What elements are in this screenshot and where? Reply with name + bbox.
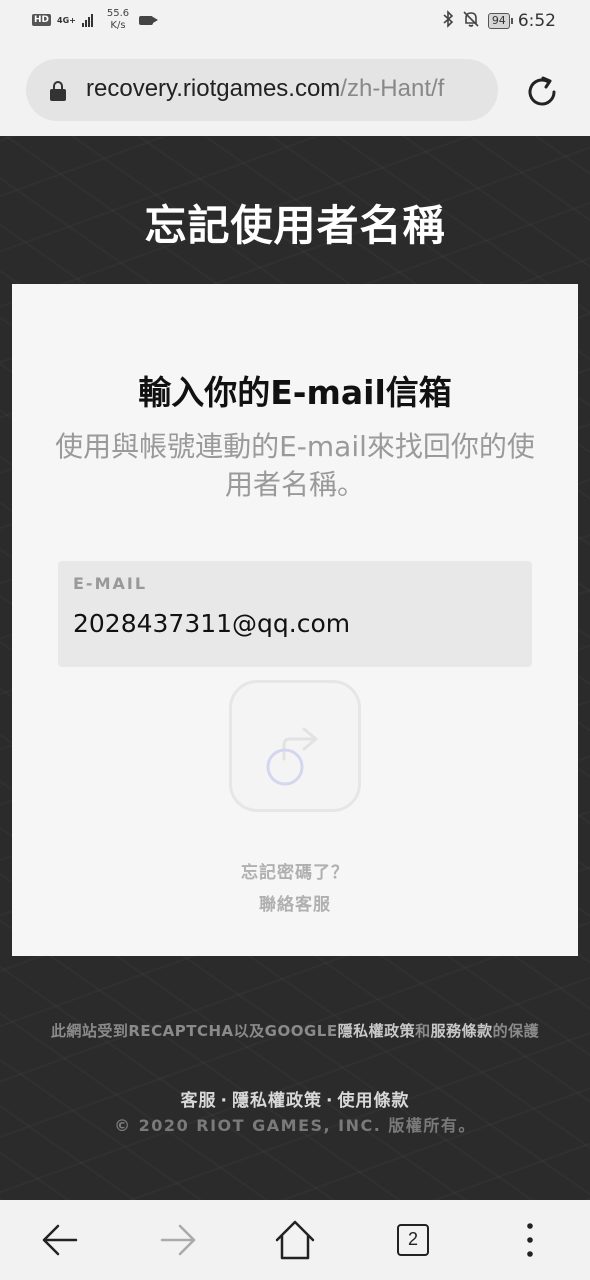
hd-icon: HD: [32, 14, 52, 26]
arrow-right-icon: [266, 727, 318, 786]
recaptcha-notice: 此網站受到RECAPTCHA以及GOOGLE隱私權政策和服務條款的保護: [0, 1020, 590, 1041]
signal-icon: [81, 13, 93, 27]
recaptcha-terms-link[interactable]: 服務條款: [431, 1022, 493, 1040]
url-host: recovery.riotgames.com: [86, 75, 341, 102]
tab-count-button[interactable]: 2: [397, 1224, 429, 1256]
copyright: © 2020 RIOT GAMES, INC. 版權所有。: [114, 1116, 476, 1135]
footer-terms-link[interactable]: 使用條款: [337, 1091, 409, 1111]
bluetooth-icon: [442, 10, 454, 32]
speed-value: 55.6: [106, 8, 130, 19]
lock-icon: [50, 81, 66, 101]
email-input[interactable]: [73, 609, 513, 638]
url-path: /zh-Hant/f: [340, 75, 445, 102]
status-bar: HD 4G+ 55.6 K/s 94 6:52: [0, 0, 590, 44]
address-bar[interactable]: recovery.riotgames.com/zh-Hant/f: [26, 59, 498, 121]
card-subheading: 使用與帳號連動的E-mail來找回你的使用者名稱。: [55, 430, 535, 501]
clock: 6:52: [517, 11, 556, 31]
mute-icon: [462, 10, 480, 32]
refresh-icon[interactable]: [524, 74, 560, 110]
status-left: HD 4G+ 55.6 K/s: [32, 8, 159, 32]
footer-privacy-link[interactable]: 隱私權政策: [232, 1091, 322, 1111]
speed-unit: K/s: [110, 20, 126, 31]
recaptcha-suffix: 的保護: [492, 1022, 540, 1040]
recaptcha-prefix: 此網站受到RECAPTCHA以及GOOGLE: [50, 1022, 338, 1040]
more-menu-icon[interactable]: [506, 1216, 554, 1264]
browser-bottom-nav: 2: [0, 1200, 590, 1280]
video-icon: [139, 15, 159, 25]
email-label: E-MAIL: [73, 574, 148, 593]
email-field[interactable]: E-MAIL: [58, 561, 532, 667]
battery-icon: 94: [487, 13, 513, 29]
contact-support-link[interactable]: 聯絡客服: [12, 890, 578, 915]
footer-links: 客服 · 隱私權政策 · 使用條款: [0, 1086, 590, 1111]
page-title: 忘記使用者名稱: [144, 201, 446, 250]
footer-separator: ·: [220, 1091, 228, 1111]
recaptcha-and: 和: [415, 1022, 431, 1040]
url-text[interactable]: recovery.riotgames.com/zh-Hant/f: [86, 75, 444, 103]
recaptcha-privacy-link[interactable]: 隱私權政策: [338, 1022, 416, 1040]
network-speed: 55.6 K/s: [107, 8, 129, 32]
forward-arrow-icon[interactable]: [154, 1216, 202, 1264]
submit-button[interactable]: [229, 680, 361, 812]
recovery-card: 輸入你的E-mail信箱 使用與帳號連動的E-mail來找回你的使用者名稱。 E…: [12, 284, 578, 956]
footer-support-link[interactable]: 客服: [181, 1091, 217, 1111]
status-right: 94 6:52: [442, 10, 556, 32]
back-arrow-icon[interactable]: [36, 1216, 84, 1264]
home-icon[interactable]: [271, 1216, 319, 1264]
card-heading: 輸入你的E-mail信箱: [138, 373, 452, 412]
forgot-password-link[interactable]: 忘記密碼了？: [12, 858, 578, 883]
footer-separator: ·: [326, 1091, 334, 1111]
page-background: 忘記使用者名稱 輸入你的E-mail信箱 使用與帳號連動的E-mail來找回你的…: [0, 136, 590, 1200]
network-type: 4G+: [57, 15, 76, 25]
browser-toolbar: recovery.riotgames.com/zh-Hant/f: [0, 44, 590, 136]
